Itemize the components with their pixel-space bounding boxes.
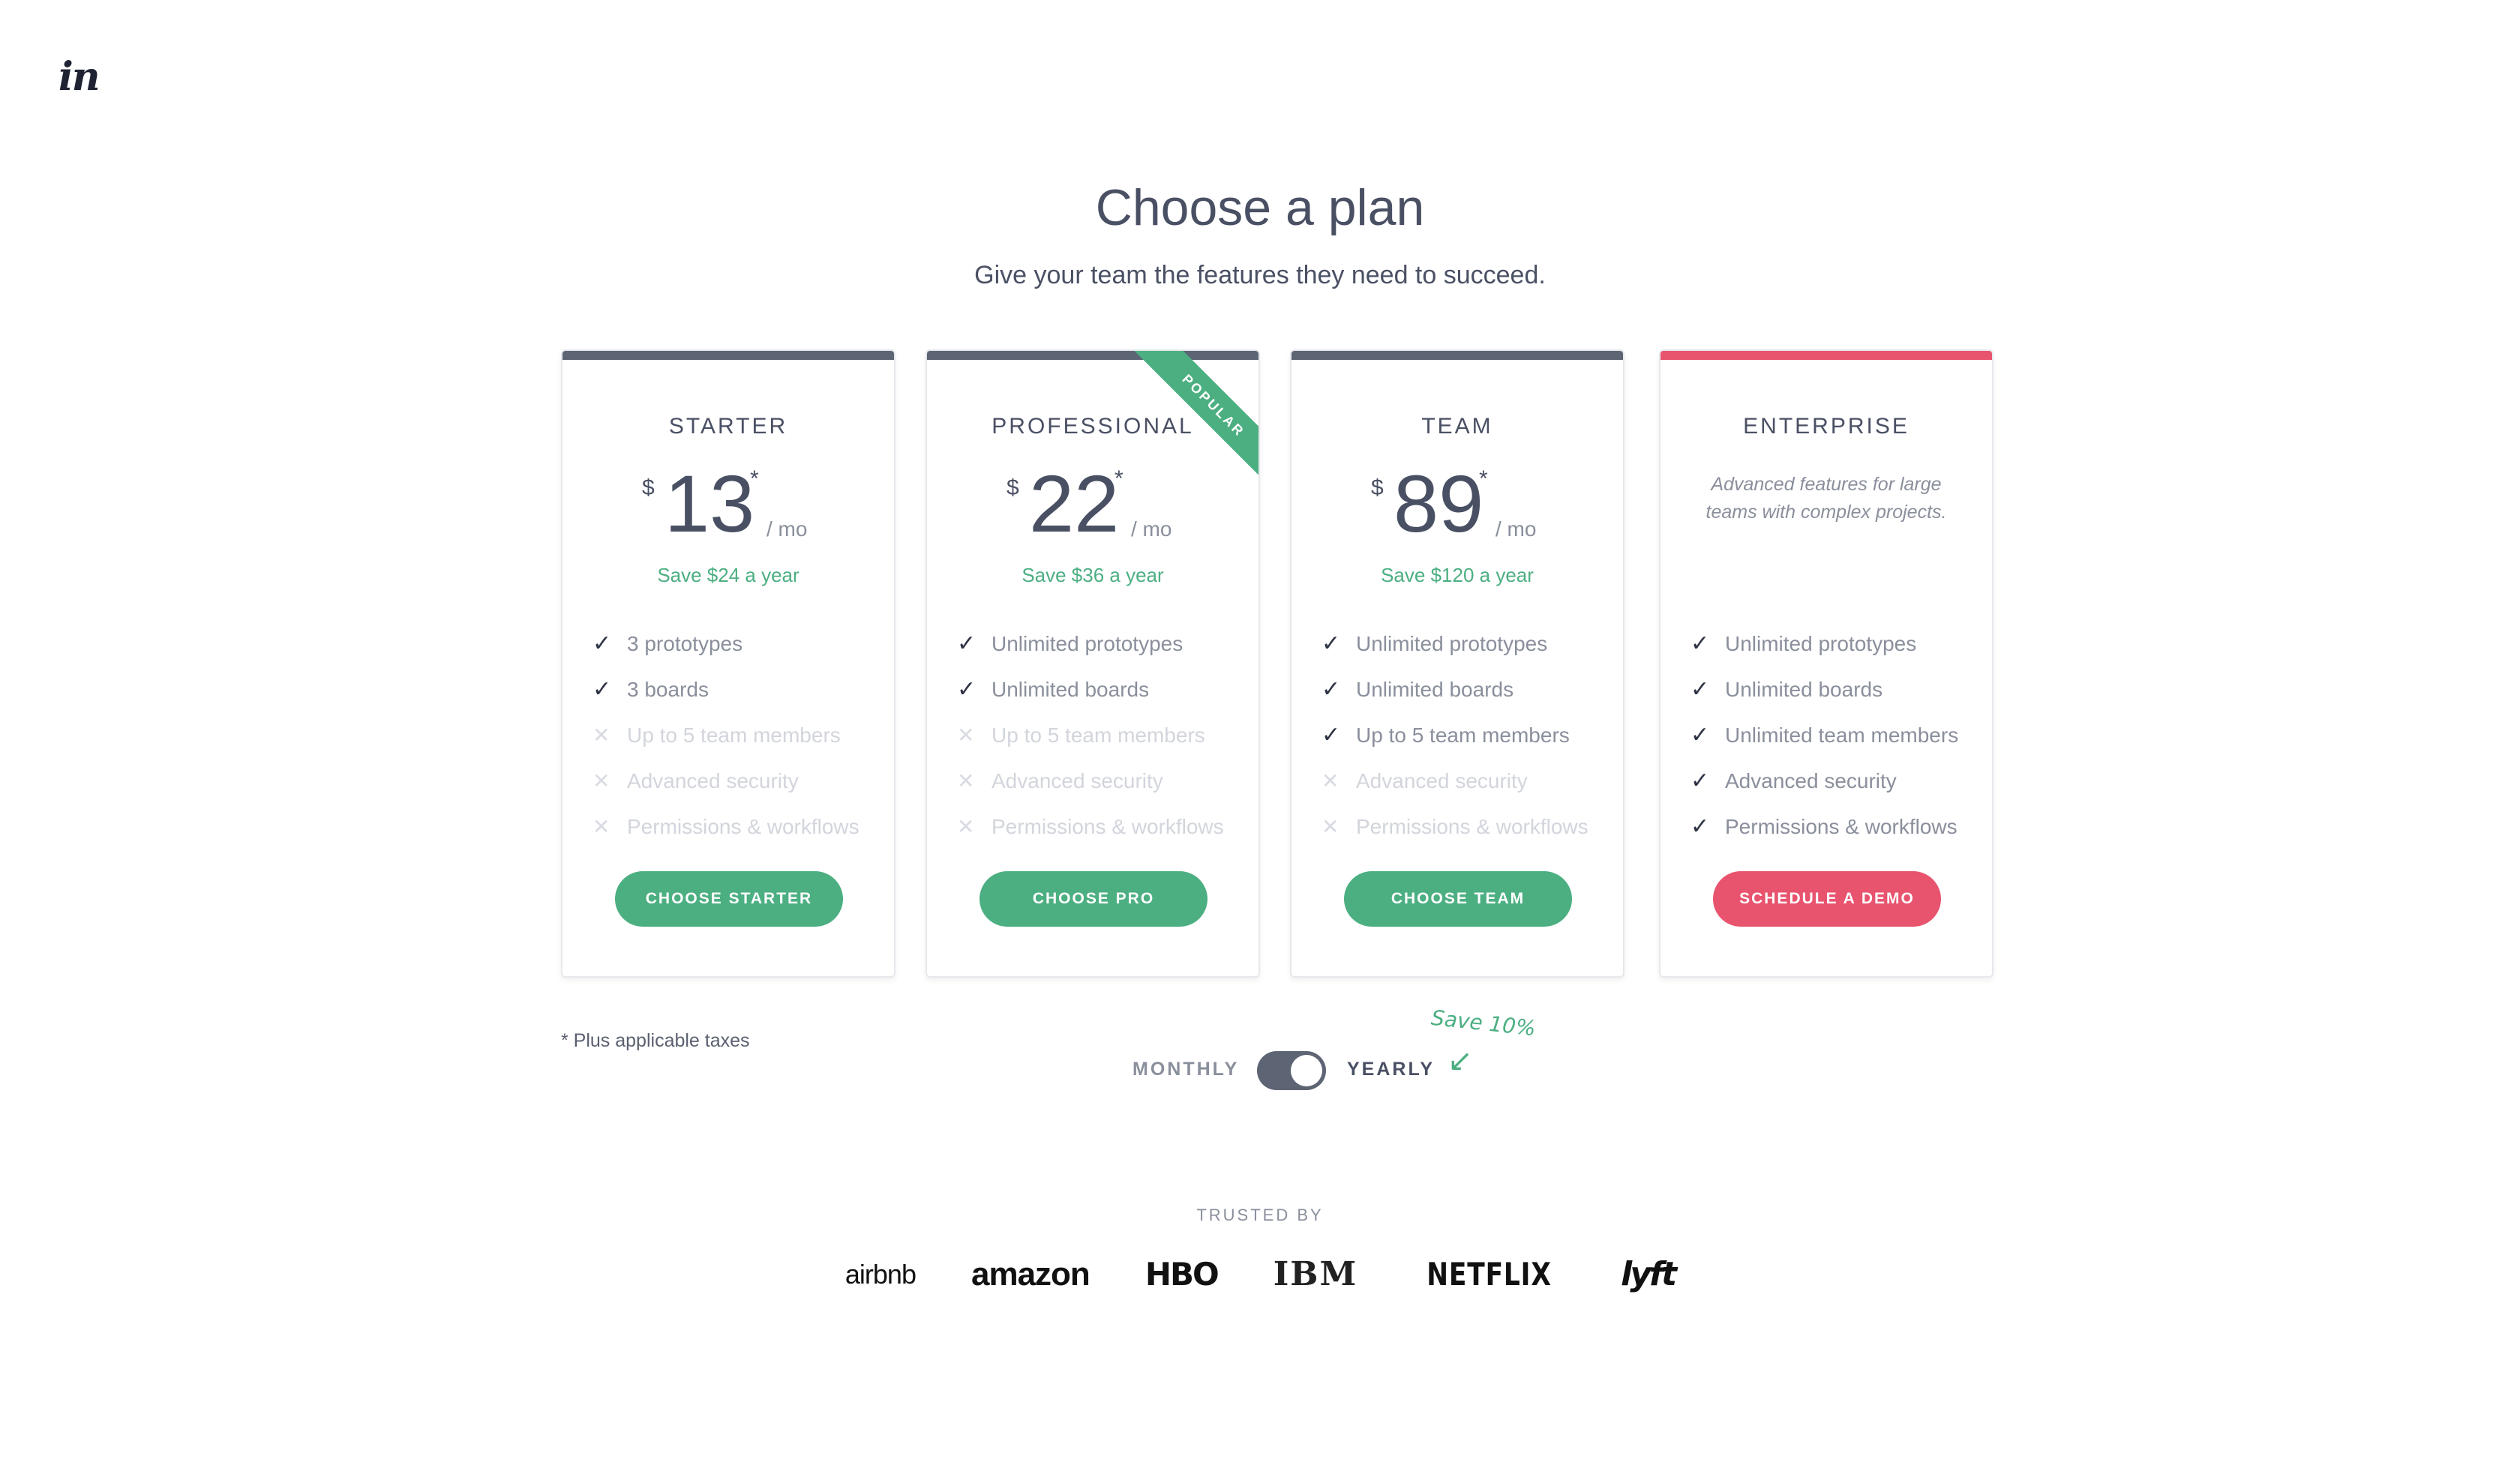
feature-item: ✓ Unlimited team members xyxy=(1690,723,1959,747)
netflix-logo: NETFLIX xyxy=(1426,1256,1552,1293)
plan-price: $ 89 * / mo xyxy=(1292,463,1623,561)
price-asterisk: * xyxy=(1114,466,1124,491)
plan-price: $ 22 * / mo xyxy=(927,463,1258,561)
plan-card-enterprise: ENTERPRISE Advanced features for large t… xyxy=(1659,349,1994,978)
price-amount: 22 xyxy=(1029,458,1120,549)
curved-arrow-icon: ↙ xyxy=(1448,1044,1473,1077)
feature-item: ✕ Up to 5 team members xyxy=(957,723,1205,747)
cross-icon: ✕ xyxy=(1322,769,1340,792)
price-asterisk: * xyxy=(750,466,759,491)
plan-price: $ 13 * / mo xyxy=(562,463,894,561)
cross-icon: ✕ xyxy=(592,724,610,747)
check-icon: ✓ xyxy=(1322,631,1341,656)
feature-item: ✓ Unlimited prototypes xyxy=(1322,631,1548,656)
yearly-savings: Save $120 a year xyxy=(1381,564,1534,586)
airbnb-logo: airbnb xyxy=(844,1258,916,1290)
price-period: / mo xyxy=(766,517,808,541)
feature-item: ✓ 3 prototypes xyxy=(592,631,743,656)
plan-description: Advanced features for large teams with c… xyxy=(1706,474,1947,523)
feature-item: ✕ Advanced security xyxy=(592,768,799,793)
save-percent-note: Save 10% xyxy=(1430,1005,1538,1041)
hbo-logo: HBO xyxy=(1144,1256,1220,1293)
plan-card-team: TEAM $ 89 * / mo Save $120 a year ✓ Unlim… xyxy=(1290,349,1624,978)
feature-item: ✓ 3 boards xyxy=(592,677,709,702)
invision-logo[interactable]: in xyxy=(58,54,100,100)
plan-name: TEAM xyxy=(1421,414,1493,439)
feature-item: ✓ Up to 5 team members xyxy=(1322,723,1570,747)
cross-icon: ✕ xyxy=(957,724,975,747)
ibm-logo: IBM xyxy=(1273,1255,1358,1293)
currency-symbol: $ xyxy=(1006,475,1019,500)
feature-item: ✓ Unlimited prototypes xyxy=(1690,631,1917,656)
feature-item: ✓ Unlimited prototypes xyxy=(957,631,1184,656)
choose-pro-button[interactable]: CHOOSE PRO xyxy=(980,871,1208,927)
feature-list: ✓ Unlimited prototypes ✓ Unlimited boards … xyxy=(1322,621,1608,849)
price-amount: 13 xyxy=(664,458,755,549)
check-icon: ✓ xyxy=(1690,631,1710,656)
feature-item: ✕ Permissions & workflows xyxy=(1322,814,1588,839)
yearly-savings: Save $24 a year xyxy=(657,564,800,586)
plan-name: PROFESSIONAL xyxy=(992,414,1194,439)
cross-icon: ✕ xyxy=(957,769,975,792)
check-icon: ✓ xyxy=(1690,677,1710,702)
page-title: Choose a plan xyxy=(1095,179,1425,236)
cross-icon: ✕ xyxy=(957,815,975,838)
cross-icon: ✕ xyxy=(1322,815,1340,838)
feature-item: ✕ Up to 5 team members xyxy=(592,723,841,747)
amazon-logo: amazon xyxy=(970,1255,1090,1293)
cross-icon: ✕ xyxy=(592,769,610,792)
check-icon: ✓ xyxy=(1690,768,1710,793)
cross-icon: ✕ xyxy=(592,815,610,838)
check-icon: ✓ xyxy=(1690,814,1710,839)
price-asterisk: * xyxy=(1479,466,1488,491)
currency-symbol: $ xyxy=(1371,475,1384,500)
check-icon: ✓ xyxy=(1690,723,1710,747)
feature-item: ✕ Permissions & workflows xyxy=(957,814,1224,839)
check-icon: ✓ xyxy=(1322,677,1341,702)
billing-toggle[interactable] xyxy=(1257,1051,1326,1090)
customer-logos: airbnb amazon HBO IBM NETFLIX lyft xyxy=(0,1255,2520,1293)
feature-item: ✓ Advanced security xyxy=(1690,768,1897,793)
check-icon: ✓ xyxy=(1322,723,1341,747)
check-icon: ✓ xyxy=(957,677,976,702)
lyft-logo: lyft xyxy=(1621,1255,1677,1293)
plan-card-professional: POPULAR PROFESSIONAL $ 22 * / mo Save $3… xyxy=(926,349,1260,978)
check-icon: ✓ xyxy=(592,677,612,702)
feature-list: ✓ 3 prototypes ✓ 3 boards ✕ Up to 5 team me… xyxy=(592,621,879,849)
plan-name: ENTERPRISE xyxy=(1743,414,1910,439)
billing-toggle-group: MONTHLY YEARLY xyxy=(0,1051,2520,1096)
schedule-demo-button[interactable]: SCHEDULE A DEMO xyxy=(1713,871,1941,927)
feature-list: ✓ Unlimited prototypes ✓ Unlimited boards … xyxy=(957,621,1244,849)
feature-item: ✕ Permissions & workflows xyxy=(592,814,860,839)
card-top-bar xyxy=(1292,351,1623,360)
feature-item: ✕ Advanced security xyxy=(957,768,1163,793)
check-icon: ✓ xyxy=(592,631,612,656)
card-top-bar xyxy=(927,351,1258,360)
page-subtitle: Give your team the features they need to… xyxy=(974,261,1546,289)
price-period: / mo xyxy=(1131,517,1172,541)
feature-item: ✓ Unlimited boards xyxy=(1322,677,1514,702)
toggle-knob xyxy=(1291,1055,1322,1086)
price-amount: 89 xyxy=(1394,458,1484,549)
taxes-footnote: * Plus applicable taxes xyxy=(561,1030,750,1051)
plan-name: STARTER xyxy=(668,414,788,439)
feature-item: ✕ Advanced security xyxy=(1322,768,1528,793)
trusted-by-label: TRUSTED BY xyxy=(1196,1206,1324,1224)
feature-list: ✓ Unlimited prototypes ✓ Unlimited boards … xyxy=(1690,621,1977,849)
feature-item: ✓ Unlimited boards xyxy=(957,677,1150,702)
feature-item: ✓ Permissions & workflows xyxy=(1690,814,1958,839)
yearly-savings: Save $36 a year xyxy=(1022,564,1164,586)
yearly-label[interactable]: YEARLY xyxy=(1347,1059,1435,1080)
check-icon: ✓ xyxy=(957,631,976,656)
choose-starter-button[interactable]: CHOOSE STARTER xyxy=(615,871,843,927)
plan-card-starter: STARTER $ 13 * / mo Save $24 a year ✓ 3 p… xyxy=(561,349,896,978)
currency-symbol: $ xyxy=(642,475,655,500)
card-top-bar xyxy=(1660,351,1992,360)
choose-team-button[interactable]: CHOOSE TEAM xyxy=(1344,871,1572,927)
card-top-bar xyxy=(562,351,894,360)
monthly-label[interactable]: MONTHLY xyxy=(1132,1059,1239,1080)
price-period: / mo xyxy=(1496,517,1537,541)
feature-item: ✓ Unlimited boards xyxy=(1690,677,1883,702)
